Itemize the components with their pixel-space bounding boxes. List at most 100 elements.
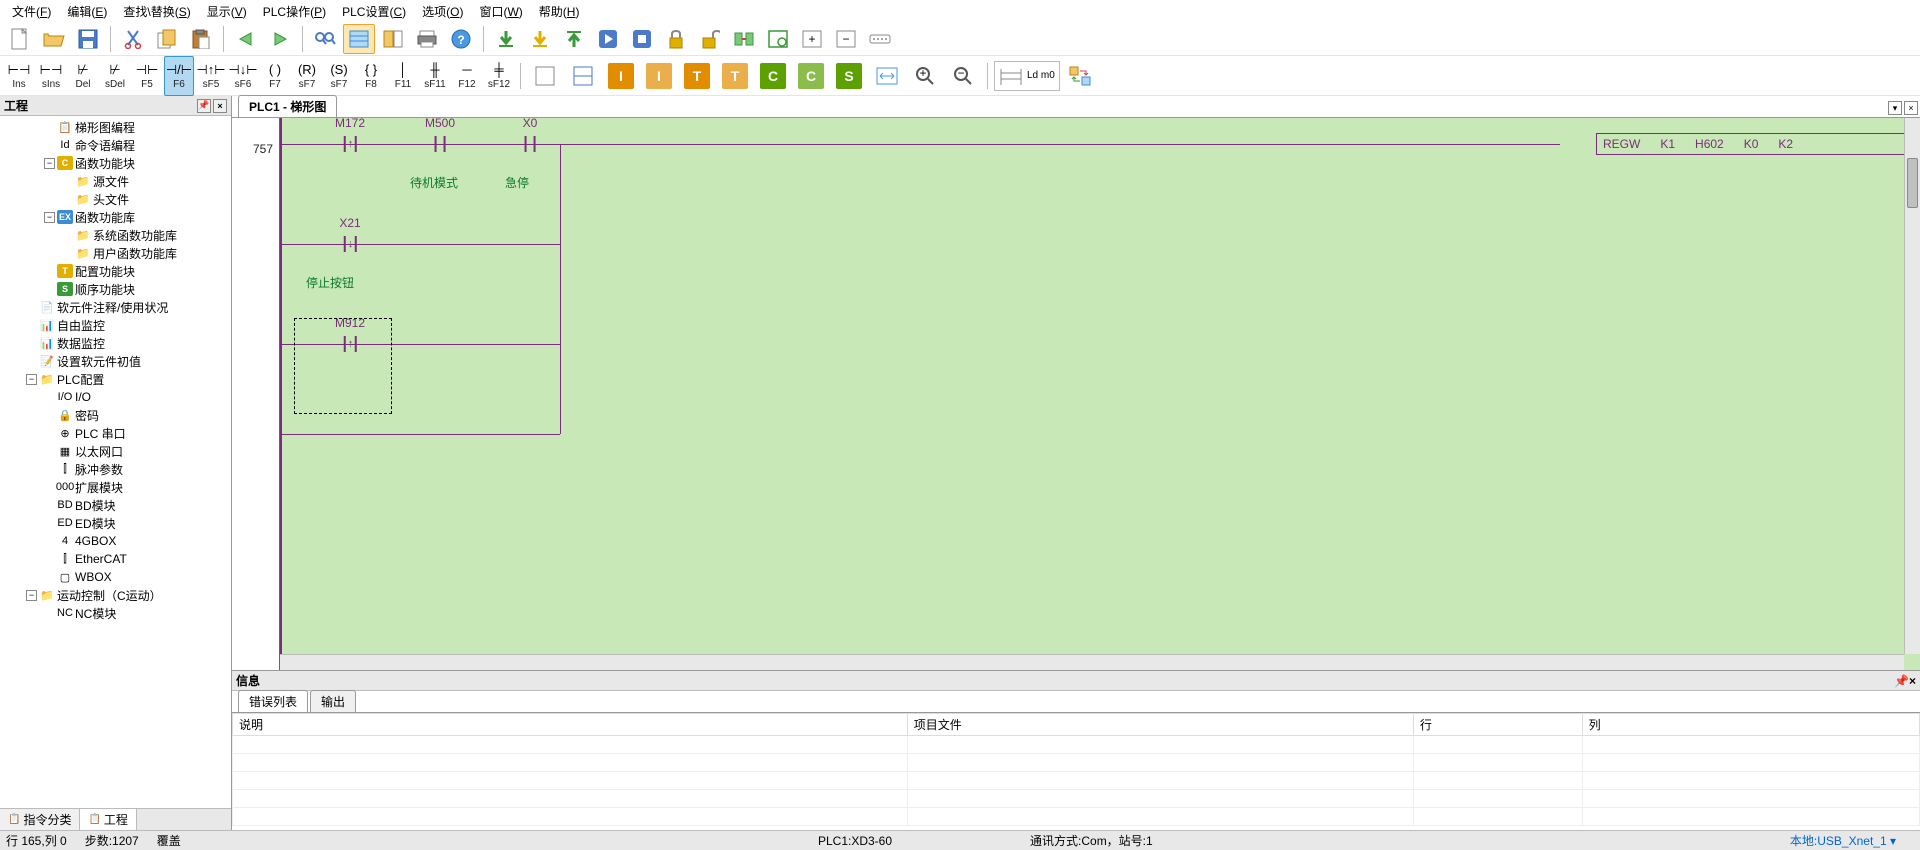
copy-button[interactable] xyxy=(151,24,183,54)
grid-column-header[interactable]: 说明 xyxy=(233,714,908,736)
block-button[interactable] xyxy=(527,61,563,91)
instr-sins-button[interactable]: ⊢⊣sIns xyxy=(36,56,66,96)
grid-row[interactable] xyxy=(233,790,1920,808)
tree-node[interactable]: T配置功能块 xyxy=(0,262,231,280)
tree-node[interactable]: 📝设置软元件初值 xyxy=(0,352,231,370)
error-list-grid[interactable]: 说明项目文件行列 xyxy=(232,713,1920,830)
tree-node[interactable]: BDBD模块 xyxy=(0,496,231,514)
instr-f12-button[interactable]: ─F12 xyxy=(452,56,482,96)
find-button[interactable] xyxy=(309,24,341,54)
contact-x0[interactable]: X0 xyxy=(500,132,560,156)
i-button[interactable]: I xyxy=(603,61,639,91)
serial-monitor-button[interactable] xyxy=(864,24,896,54)
s-button[interactable]: S xyxy=(831,61,867,91)
zoom-out-button[interactable]: − xyxy=(945,61,981,91)
contact-m500[interactable]: M500 xyxy=(410,132,470,156)
lock-button[interactable] xyxy=(660,24,692,54)
fit-width-button[interactable] xyxy=(869,61,905,91)
menu-c[interactable]: PLC设置(C) xyxy=(334,1,414,22)
tree-node[interactable]: 📋梯形图编程 xyxy=(0,118,231,136)
tree-node[interactable]: 000扩展模块 xyxy=(0,478,231,496)
instr-sf6-button[interactable]: ⊣↓⊢sF6 xyxy=(228,56,258,96)
cut-button[interactable] xyxy=(117,24,149,54)
menu-e[interactable]: 编辑(E) xyxy=(59,1,115,22)
ladder-preview-button[interactable]: Ld m0 xyxy=(994,61,1060,91)
grid-row[interactable] xyxy=(233,736,1920,754)
tree-node[interactable]: I/OI/O xyxy=(0,388,231,406)
instr-f6-button[interactable]: ⊣/⊢F6 xyxy=(164,56,194,96)
tree-node[interactable]: 🔒密码 xyxy=(0,406,231,424)
contact-m172[interactable]: M172 ↑ xyxy=(320,132,380,156)
info-pin-button[interactable]: 📌 xyxy=(1894,674,1909,688)
output-instruction[interactable]: REGW K1 H602 K0 K2 xyxy=(1596,133,1916,155)
tree-node[interactable]: −EX函数功能库 xyxy=(0,208,231,226)
instr-sf7b-button[interactable]: (S)sF7 xyxy=(324,56,354,96)
grid-row[interactable] xyxy=(233,754,1920,772)
tree-node[interactable]: ⊕PLC 串口 xyxy=(0,424,231,442)
instr-f5-button[interactable]: ⊣⊢F5 xyxy=(132,56,162,96)
save-button[interactable] xyxy=(72,24,104,54)
instr-del-button[interactable]: ⊬Del xyxy=(68,56,98,96)
tree-node[interactable]: 📊数据监控 xyxy=(0,334,231,352)
zoom-fit-button[interactable] xyxy=(762,24,794,54)
info-close-button[interactable]: × xyxy=(1909,674,1916,688)
instr-f8-button[interactable]: { }F8 xyxy=(356,56,386,96)
vertical-scrollbar[interactable] xyxy=(1904,118,1920,654)
tree-node[interactable]: NCNC模块 xyxy=(0,604,231,622)
stop-button[interactable] xyxy=(626,24,658,54)
tab-close-button[interactable]: × xyxy=(1904,101,1918,115)
tab-dropdown-button[interactable]: ▾ xyxy=(1888,101,1902,115)
tree-node[interactable]: ⫿脉冲参数 xyxy=(0,460,231,478)
ladder-view-button[interactable] xyxy=(343,24,375,54)
back-button[interactable] xyxy=(230,24,262,54)
menu-p[interactable]: PLC操作(P) xyxy=(255,1,334,22)
panel-tab[interactable]: 📋工程 xyxy=(80,809,136,830)
horizontal-scrollbar[interactable] xyxy=(280,654,1904,670)
grid-column-header[interactable]: 列 xyxy=(1582,714,1919,736)
download-partial-button[interactable] xyxy=(524,24,556,54)
menu-h[interactable]: 帮助(H) xyxy=(531,1,588,22)
help-button[interactable]: ? xyxy=(445,24,477,54)
instr-f7-button[interactable]: ( )F7 xyxy=(260,56,290,96)
instr-sf12-button[interactable]: ╪sF12 xyxy=(484,56,514,96)
zoom-in-button[interactable]: + xyxy=(907,61,943,91)
zoom-in-ladder-button[interactable]: + xyxy=(796,24,828,54)
c-button[interactable]: C xyxy=(755,61,791,91)
status-connection[interactable]: 本地:USB_Xnet_1 ▾ xyxy=(1790,832,1896,849)
tree-node[interactable]: 📊自由监控 xyxy=(0,316,231,334)
ladder-canvas[interactable]: M172 ↑ M500 X0 REGW K1 H602 xyxy=(280,118,1920,670)
panel-tab[interactable]: 📋指令分类 xyxy=(0,809,80,830)
tree-node[interactable]: −📁运动控制（C运动） xyxy=(0,586,231,604)
tree-node[interactable]: 📁源文件 xyxy=(0,172,231,190)
project-tree[interactable]: 📋梯形图编程Id命令语编程−C函数功能块📁源文件📁头文件−EX函数功能库📁系统函… xyxy=(0,116,231,808)
open-file-button[interactable] xyxy=(38,24,70,54)
info-tab[interactable]: 错误列表 xyxy=(238,690,308,712)
tree-node[interactable]: 📁头文件 xyxy=(0,190,231,208)
run-button[interactable] xyxy=(592,24,624,54)
tree-node[interactable]: Id命令语编程 xyxy=(0,136,231,154)
tree-node[interactable]: −C函数功能块 xyxy=(0,154,231,172)
instr-ins-button[interactable]: ⊢⊣Ins xyxy=(4,56,34,96)
tree-node[interactable]: −📁PLC配置 xyxy=(0,370,231,388)
menu-o[interactable]: 选项(O) xyxy=(414,1,471,22)
new-file-button[interactable] xyxy=(4,24,36,54)
instr-f11-button[interactable]: │F11 xyxy=(388,56,418,96)
scrollbar-thumb[interactable] xyxy=(1907,158,1918,208)
block2-button[interactable] xyxy=(565,61,601,91)
convert-button[interactable] xyxy=(1062,61,1098,91)
menu-f[interactable]: 文件(F) xyxy=(4,1,59,22)
ladder-editor[interactable]: 757 M172 ↑ M500 X0 xyxy=(232,118,1920,670)
grid-row[interactable] xyxy=(233,808,1920,826)
instr-sf11-button[interactable]: ╫sF11 xyxy=(420,56,450,96)
document-tab[interactable]: PLC1 - 梯形图 xyxy=(238,95,337,117)
download-button[interactable] xyxy=(490,24,522,54)
panel-pin-button[interactable]: 📌 xyxy=(197,99,211,113)
print-button[interactable] xyxy=(411,24,443,54)
tree-node[interactable]: ⫿EtherCAT xyxy=(0,550,231,568)
unlock-button[interactable] xyxy=(694,24,726,54)
contact-x21[interactable]: X21 ↓ xyxy=(320,232,380,256)
info-tab[interactable]: 输出 xyxy=(310,690,356,712)
instr-sf5-button[interactable]: ⊣↑⊢sF5 xyxy=(196,56,226,96)
grid-column-header[interactable]: 行 xyxy=(1413,714,1582,736)
paste-button[interactable] xyxy=(185,24,217,54)
